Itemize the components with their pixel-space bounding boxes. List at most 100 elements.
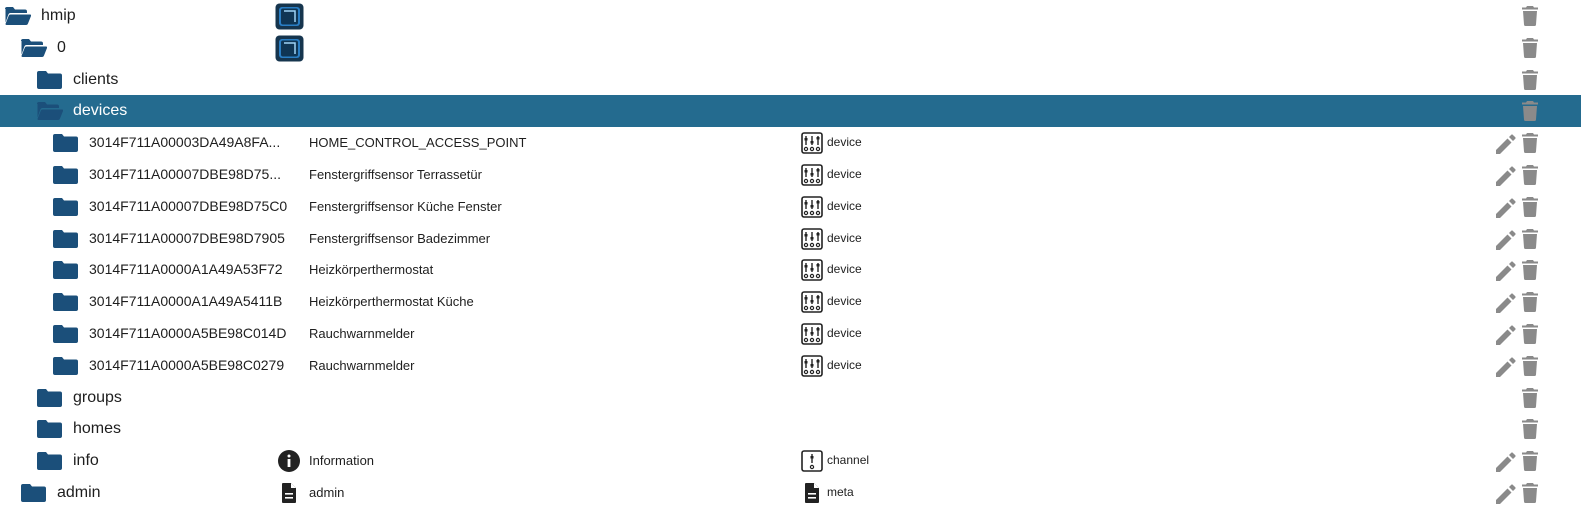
pencil-icon[interactable] — [1496, 293, 1516, 313]
device-row[interactable]: 3014F711A00007DBE98D75C0 Fenstergriffsen… — [0, 191, 1581, 223]
hmip-adapter-icon — [275, 3, 304, 30]
tree-row-groups[interactable]: groups — [0, 382, 1581, 414]
trash-icon[interactable] — [1521, 165, 1539, 185]
trash-icon[interactable] — [1521, 260, 1539, 280]
device-row[interactable]: 3014F711A0000A5BE98C0279 Rauchwarnmelder… — [0, 350, 1581, 382]
folder-icon[interactable] — [53, 134, 78, 152]
tree-row-admin[interactable]: admin admin meta — [0, 477, 1581, 509]
folder-icon[interactable] — [37, 389, 62, 407]
device-description: Fenstergriffsensor Küche Fenster — [309, 198, 502, 214]
trash-icon[interactable] — [1521, 229, 1539, 249]
trash-icon[interactable] — [1521, 38, 1539, 58]
trash-icon[interactable] — [1521, 292, 1539, 312]
device-id: 3014F711A00007DBE98D7905 — [89, 229, 285, 246]
pencil-icon[interactable] — [1496, 484, 1516, 504]
hmip-adapter-icon — [275, 35, 304, 62]
device-id: 3014F711A00007DBE98D75C0 — [89, 197, 288, 214]
device-row[interactable]: 3014F711A00007DBE98D75... Fenstergriffse… — [0, 159, 1581, 191]
pencil-icon[interactable] — [1496, 452, 1516, 472]
folder-icon[interactable] — [53, 357, 78, 375]
trash-icon[interactable] — [1521, 419, 1539, 439]
pencil-icon[interactable] — [1496, 230, 1516, 250]
trash-icon[interactable] — [1521, 197, 1539, 217]
file-icon — [801, 482, 823, 504]
trash-icon[interactable] — [1521, 451, 1539, 471]
device-row[interactable]: 3014F711A00003DA49A8FA... HOME_CONTROL_A… — [0, 127, 1581, 159]
folder-open-icon[interactable] — [5, 7, 31, 25]
folder-icon[interactable] — [37, 420, 62, 438]
folder-open-icon[interactable] — [21, 39, 47, 57]
tree-row-instance[interactable]: 0 — [0, 32, 1581, 64]
pencil-icon[interactable] — [1496, 261, 1516, 281]
file-icon — [278, 482, 300, 504]
tree-row-name: clients — [73, 70, 119, 88]
pencil-icon[interactable] — [1496, 325, 1516, 345]
folder-open-icon[interactable] — [37, 102, 63, 120]
folder-icon[interactable] — [53, 293, 78, 311]
pencil-icon[interactable] — [1496, 166, 1516, 186]
tree-row-name: groups — [73, 388, 122, 406]
pencil-icon[interactable] — [1496, 357, 1516, 377]
device-sliders-icon — [801, 196, 823, 218]
object-type: device — [827, 166, 862, 181]
device-sliders-icon — [801, 228, 823, 250]
object-type: channel — [827, 453, 870, 468]
tree-row-name: admin — [57, 483, 101, 501]
device-id: 3014F711A0000A1A49A53F72 — [89, 261, 283, 278]
device-description: Heizkörperthermostat — [309, 262, 434, 278]
trash-icon[interactable] — [1521, 483, 1539, 503]
device-id: 3014F711A00003DA49A8FA... — [89, 134, 281, 151]
trash-icon[interactable] — [1521, 324, 1539, 344]
folder-icon[interactable] — [53, 198, 78, 216]
trash-icon[interactable] — [1521, 356, 1539, 376]
tree-row-homes[interactable]: homes — [0, 413, 1581, 445]
object-type: device — [827, 230, 862, 245]
object-type: device — [827, 262, 862, 277]
object-description: Information — [309, 453, 375, 469]
object-type: device — [827, 198, 862, 213]
device-row[interactable]: 3014F711A0000A1A49A53F72 Heizkörpertherm… — [0, 254, 1581, 286]
device-description: Rauchwarnmelder — [309, 325, 415, 341]
tree-row-name: hmip — [41, 7, 76, 24]
object-type: device — [827, 325, 862, 340]
object-tree: hmip 0 clients devices 3014F711A00003DA4… — [0, 0, 1581, 509]
device-sliders-icon — [801, 323, 823, 345]
device-row[interactable]: 3014F711A0000A1A49A5411B Heizkörpertherm… — [0, 286, 1581, 318]
tree-row-name: devices — [73, 102, 128, 120]
device-id: 3014F711A00007DBE98D75... — [89, 165, 281, 182]
pencil-icon[interactable] — [1496, 134, 1516, 154]
folder-icon[interactable] — [37, 452, 62, 470]
device-description: HOME_CONTROL_ACCESS_POINT — [309, 135, 527, 151]
folder-icon[interactable] — [21, 484, 46, 502]
trash-icon[interactable] — [1521, 133, 1539, 153]
object-description: admin — [309, 484, 345, 500]
tree-row-name: 0 — [57, 38, 66, 56]
folder-icon[interactable] — [53, 261, 78, 279]
tree-row-info[interactable]: info Information channel — [0, 445, 1581, 477]
trash-icon[interactable] — [1521, 388, 1539, 408]
folder-icon[interactable] — [37, 71, 62, 89]
device-row[interactable]: 3014F711A00007DBE98D7905 Fenstergriffsen… — [0, 223, 1581, 255]
device-row[interactable]: 3014F711A0000A5BE98C014D Rauchwarnmelder… — [0, 318, 1581, 350]
tree-row-hmip[interactable]: hmip — [0, 0, 1581, 32]
tree-row-name: info — [73, 452, 99, 470]
device-id: 3014F711A0000A5BE98C0279 — [89, 356, 285, 373]
device-description: Fenstergriffsensor Badezimmer — [309, 230, 491, 246]
folder-icon[interactable] — [53, 325, 78, 343]
folder-icon[interactable] — [53, 166, 78, 184]
trash-icon[interactable] — [1521, 70, 1539, 90]
device-description: Heizkörperthermostat Küche — [309, 294, 474, 310]
device-sliders-icon — [801, 259, 823, 281]
object-type: meta — [827, 484, 854, 499]
pencil-icon[interactable] — [1496, 198, 1516, 218]
device-description: Rauchwarnmelder — [309, 357, 415, 373]
tree-row-devices[interactable]: devices — [0, 95, 1581, 128]
device-description: Fenstergriffsensor Terrassetür — [309, 166, 482, 182]
trash-icon[interactable] — [1521, 6, 1539, 26]
tree-row-name: homes — [73, 420, 122, 438]
tree-row-clients[interactable]: clients — [0, 64, 1581, 96]
trash-icon[interactable] — [1521, 101, 1539, 121]
channel-icon — [801, 450, 823, 472]
folder-icon[interactable] — [53, 230, 78, 248]
object-type: device — [827, 357, 862, 372]
